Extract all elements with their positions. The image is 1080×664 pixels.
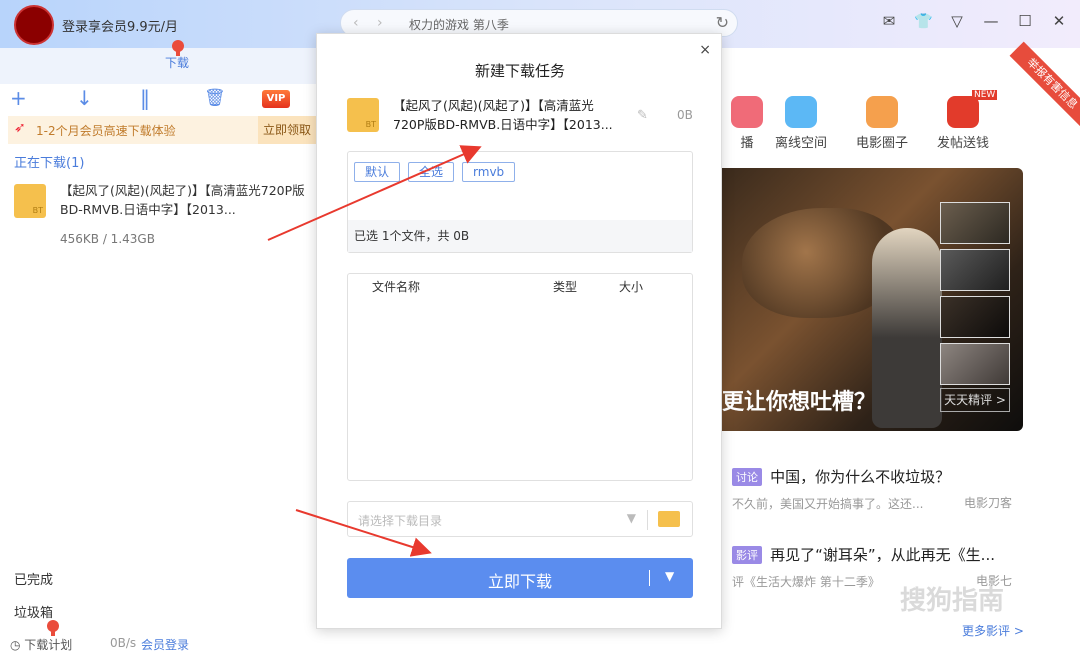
chevron-down-icon[interactable]: ▼: [665, 569, 674, 583]
news-title: 再见了“谢耳朵”，从此再无《生...: [770, 546, 995, 564]
dialog-title: 新建下载任务: [474, 62, 565, 80]
banner-thumbnail[interactable]: [940, 202, 1010, 244]
app-label: 电影圈子: [855, 136, 908, 151]
download-plan-button[interactable]: ◷ 下载计划: [10, 636, 72, 653]
refresh-icon[interactable]: ↻: [716, 13, 729, 32]
tab-bar: 下载: [0, 48, 316, 84]
news-title: 中国，你为什么不收垃圾？: [770, 468, 951, 486]
new-download-task-dialog: 新建下载任务 × BT 【起风了(风起)(风起了)】【高清蓝光720P版BD-R…: [316, 33, 722, 629]
news-tag: 影评: [732, 545, 762, 564]
pause-icon[interactable]: ‖: [140, 86, 150, 110]
banner-headline: 更让你想吐槽？: [722, 390, 877, 415]
menu-icon[interactable]: ▽: [948, 12, 966, 30]
close-icon[interactable]: ✕: [1050, 12, 1068, 30]
download-item-progress: 456KB / 1.43GB: [60, 232, 155, 246]
download-list-item[interactable]: BT 【起风了(风起)(风起了)】【高清蓝光720P版BD-RMVB.日语中字】…: [14, 178, 316, 234]
daily-review-button[interactable]: 天天精评 >: [940, 388, 1010, 412]
bt-badge: BT: [32, 206, 43, 215]
file-table: 文件名称 类型 大小: [347, 273, 693, 481]
news-item[interactable]: 讨论 中国，你为什么不收垃圾？ 不久前，美国又开始搞事了。这还... 电影刀客: [732, 466, 1072, 512]
minimize-icon[interactable]: —: [982, 12, 1000, 30]
app-label: 播: [740, 136, 754, 151]
character-image: [872, 228, 942, 428]
task-name: 【起风了(风起)(风起了)】【高清蓝光720P版BD-RMVB.日语中字】【20…: [393, 98, 613, 132]
promo-text: 1-2个月会员高速下载体验: [36, 124, 176, 138]
maximize-icon[interactable]: ☐: [1016, 12, 1034, 30]
task-size: 0B: [677, 108, 693, 122]
news-source: 电影刀客: [963, 496, 1012, 510]
news-tag: 讨论: [732, 467, 762, 486]
banner-thumbnail[interactable]: [940, 249, 1010, 291]
cloud-icon: [785, 96, 817, 128]
chip-default[interactable]: 默认: [354, 162, 401, 182]
movie-circle-icon: [866, 96, 898, 128]
download-now-button[interactable]: 立即下载 ▼: [347, 558, 693, 598]
chip-select-all[interactable]: 全选: [408, 162, 455, 182]
member-login-link[interactable]: 会员登录: [141, 636, 189, 653]
mail-icon[interactable]: ✉: [880, 12, 898, 30]
download-item-name: 【起风了(风起)(风起了)】【高清蓝光720P版BD-RMVB.日语中字】【20…: [60, 183, 305, 217]
featured-banner[interactable]: 更让你想吐槽？ 天天精评 >: [722, 168, 1023, 431]
avatar[interactable]: [14, 5, 54, 45]
rocket-icon: ➶: [14, 120, 26, 136]
vip-badge[interactable]: VIP: [262, 90, 290, 108]
folder-icon[interactable]: [658, 511, 680, 527]
column-header-size[interactable]: 大小: [619, 278, 643, 295]
skin-icon[interactable]: 👕: [914, 12, 933, 30]
download-speed: 0B/s: [110, 636, 137, 650]
completed-link[interactable]: 已完成: [14, 569, 53, 588]
dir-placeholder: 请选择下载目录: [358, 514, 443, 528]
chip-rmvb[interactable]: rmvb: [462, 162, 516, 182]
app-shortcuts: 播 离线空间 电影圈子 发帖送钱 NEW: [722, 90, 1080, 156]
play-app-icon: [731, 96, 763, 128]
app-label: 发帖送钱: [936, 136, 989, 151]
button-divider: [649, 570, 650, 586]
back-icon[interactable]: ‹: [353, 15, 359, 31]
watermark: 搜狗指南: [900, 586, 1005, 616]
trash-link[interactable]: 垃圾箱: [14, 602, 53, 621]
app-shortcut-post-reward[interactable]: 发帖送钱: [928, 96, 998, 151]
chevron-down-icon[interactable]: ▼: [627, 511, 636, 525]
delete-icon[interactable]: 🗑: [204, 88, 226, 108]
forward-icon[interactable]: ›: [377, 15, 383, 31]
money-icon: [947, 96, 979, 128]
start-download-icon[interactable]: ↓: [76, 86, 93, 110]
status-bar: ◷ 下载计划 0B/s 会员登录: [0, 632, 316, 656]
dialog-close-icon[interactable]: ×: [699, 42, 711, 58]
news-summary: 不久前，美国又开始搞事了。这还...: [732, 497, 924, 511]
download-dir-select[interactable]: 请选择下载目录 ▼: [347, 501, 693, 537]
window-controls: ✉ 👕 ▽ — ☐ ✕: [880, 12, 1068, 30]
task-row: BT 【起风了(风起)(风起了)】【高清蓝光720P版BD-RMVB.日语中字】…: [347, 96, 707, 140]
app-shortcut-movie-circle[interactable]: 电影圈子: [847, 96, 917, 151]
tab-download[interactable]: 下载: [165, 54, 189, 71]
claim-now-button[interactable]: 立即领取: [258, 116, 316, 144]
file-filter-box: 默认 全选 rmvb 已选 1个文件，共 0B: [347, 151, 693, 253]
column-header-name[interactable]: 文件名称: [372, 278, 420, 295]
search-input[interactable]: 权力的游戏 第八季: [409, 16, 509, 33]
bt-file-icon: BT: [347, 98, 379, 132]
more-reviews-link[interactable]: 更多影评 >: [962, 622, 1024, 639]
app-shortcut-offline-space[interactable]: 离线空间: [766, 96, 836, 151]
right-content-panel: 举报有害信息 播 离线空间 电影圈子 发帖送钱 NEW 更让你想吐槽？ 天天精评…: [722, 41, 1080, 664]
vip-promo-strip: ➶ 1-2个月会员高速下载体验 立即领取: [8, 116, 316, 144]
selection-info: 已选 1个文件，共 0B: [348, 220, 692, 252]
new-badge: NEW: [972, 90, 998, 100]
marker-pin-icon: [172, 40, 184, 56]
edit-icon[interactable]: ✎: [637, 108, 648, 123]
downloading-header[interactable]: 正在下载(1): [14, 152, 84, 171]
bt-badge: BT: [365, 120, 376, 129]
divider: [647, 510, 648, 530]
login-promo-text[interactable]: 登录享会员9.9元/月: [62, 16, 178, 35]
add-icon[interactable]: +: [10, 86, 27, 110]
download-now-label: 立即下载: [487, 572, 552, 591]
download-plan-label: 下载计划: [24, 638, 73, 652]
banner-thumbnail[interactable]: [940, 343, 1010, 385]
filter-chips: 默认 全选 rmvb: [354, 162, 516, 182]
column-header-type[interactable]: 类型: [553, 278, 577, 295]
banner-thumbnail[interactable]: [940, 296, 1010, 338]
app-label: 离线空间: [774, 136, 827, 151]
bt-file-icon: BT: [14, 184, 46, 218]
